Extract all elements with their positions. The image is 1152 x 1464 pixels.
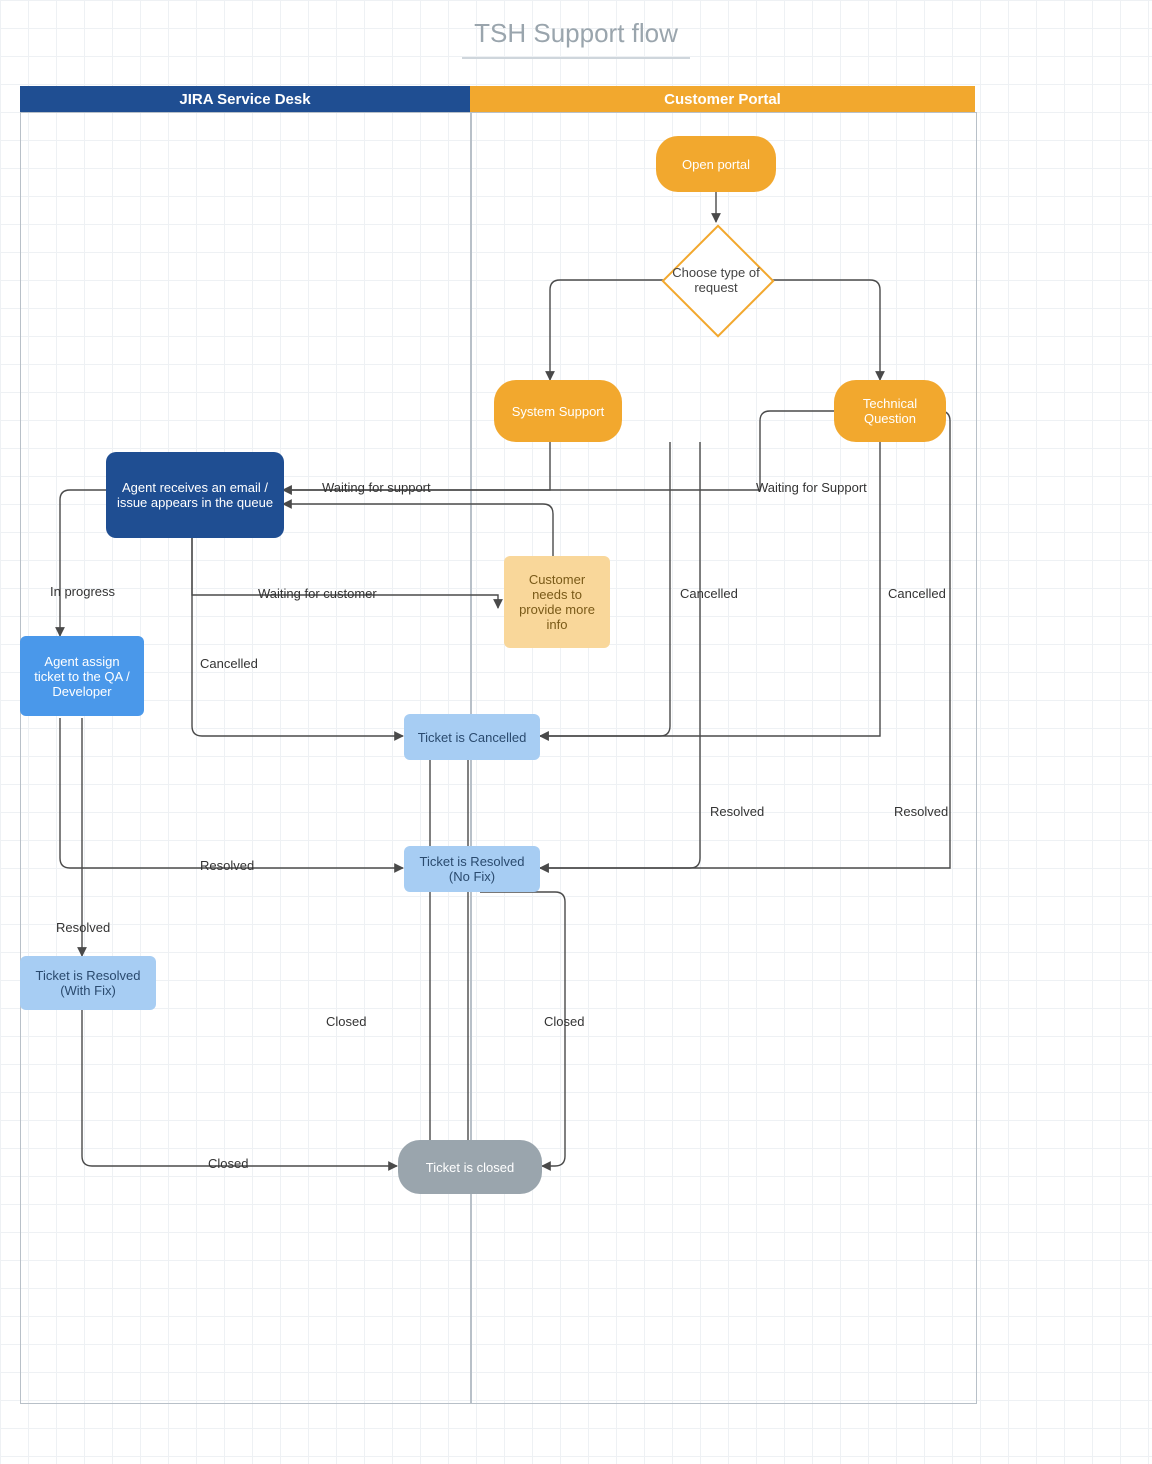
- edge-waiting-for-support-right: Waiting for Support: [756, 480, 867, 495]
- node-resolved-no-fix: Ticket is Resolved (No Fix): [404, 846, 540, 892]
- edge-resolved-tech: Resolved: [894, 804, 948, 819]
- edge-cancelled-agent: Cancelled: [200, 656, 258, 671]
- node-open-portal: Open portal: [656, 136, 776, 192]
- node-resolved-fix: Ticket is Resolved (With Fix): [20, 956, 156, 1010]
- edge-resolved-sys: Resolved: [710, 804, 764, 819]
- node-ticket-closed: Ticket is closed: [398, 1140, 542, 1194]
- edge-closed-nofix: Closed: [544, 1014, 584, 1029]
- node-choose-type: Choose type of request: [656, 250, 776, 310]
- edge-waiting-for-support-left: Waiting for support: [322, 480, 431, 495]
- diagram-title: TSH Support flow: [462, 16, 690, 59]
- edge-resolved-assign: Resolved: [200, 858, 254, 873]
- edge-cancelled-sys: Cancelled: [680, 586, 738, 601]
- node-more-info: Customer needs to provide more info: [504, 556, 610, 648]
- diagram-title-wrap: TSH Support flow: [0, 16, 1152, 59]
- swimlane-header-portal: Customer Portal: [470, 86, 975, 112]
- edge-resolved-fix: Resolved: [56, 920, 110, 935]
- edge-closed-cancelled: Closed: [326, 1014, 366, 1029]
- edge-in-progress: In progress: [50, 584, 115, 599]
- edge-waiting-for-customer: Waiting for customer: [258, 586, 377, 601]
- node-assign-ticket: Agent assign ticket to the QA / Develope…: [20, 636, 144, 716]
- node-technical-question: Technical Question: [834, 380, 946, 442]
- swimlane-header-jira: JIRA Service Desk: [20, 86, 470, 112]
- edge-cancelled-tech: Cancelled: [888, 586, 946, 601]
- edge-closed-fix: Closed: [208, 1156, 248, 1171]
- node-system-support: System Support: [494, 380, 622, 442]
- node-ticket-cancelled: Ticket is Cancelled: [404, 714, 540, 760]
- node-agent-receives: Agent receives an email / issue appears …: [106, 452, 284, 538]
